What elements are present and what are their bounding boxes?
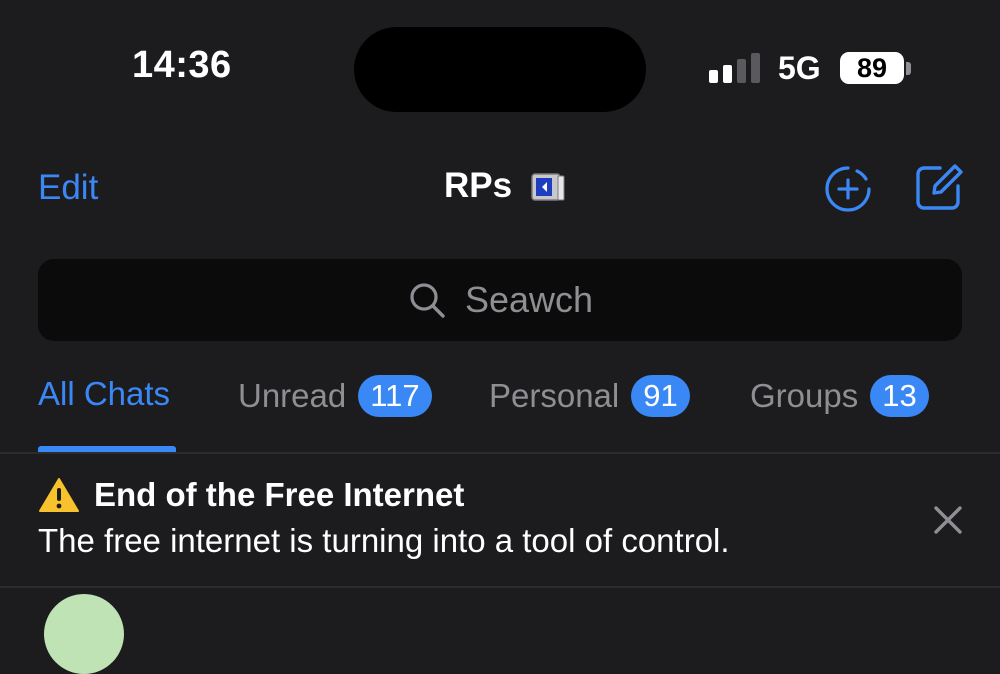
announcement-banner[interactable]: End of the Free Internet The free intern…: [0, 454, 1000, 586]
battery-level: 89: [840, 52, 904, 84]
tab-label: All Chats: [38, 375, 171, 412]
dynamic-island: [354, 27, 646, 112]
tab-personal[interactable]: Personal 91: [489, 375, 690, 417]
close-icon[interactable]: [932, 504, 964, 536]
cellular-signal-icon: [709, 53, 761, 83]
folder-emoji-icon: [531, 173, 565, 201]
edit-button[interactable]: Edit: [38, 168, 98, 208]
warning-icon: [39, 478, 79, 512]
banner-text: The free internet is turning into a tool…: [38, 522, 730, 559]
tab-label: Groups: [750, 377, 859, 414]
personal-count-badge: 91: [631, 375, 690, 417]
tab-unread[interactable]: Unread 117: [238, 375, 432, 417]
search-icon: [410, 283, 445, 318]
divider: [0, 586, 1000, 588]
page-title: RPs: [444, 166, 513, 205]
banner-title-row: End of the Free Internet: [38, 476, 464, 514]
battery-cap: [906, 62, 911, 75]
avatar[interactable]: [44, 594, 124, 674]
unread-count-badge: 117: [358, 375, 432, 417]
folder-tabs: All Chats Unread 117 Personal 91 Groups …: [0, 375, 1000, 455]
groups-count-badge: 13: [870, 375, 929, 417]
compose-icon[interactable]: [914, 160, 964, 212]
network-type: 5G: [778, 50, 821, 86]
banner-title: End of the Free Internet: [94, 476, 465, 513]
add-story-icon[interactable]: [824, 165, 872, 213]
tab-label: Unread: [238, 377, 347, 414]
tab-groups[interactable]: Groups 13: [750, 375, 929, 417]
search-field[interactable]: Seawch: [38, 259, 962, 341]
tab-label: Personal: [489, 377, 620, 414]
search-placeholder: Seawch: [464, 279, 594, 320]
tab-all-chats[interactable]: All Chats: [38, 375, 170, 413]
folder-title[interactable]: RPs: [444, 166, 568, 206]
status-time: 14:36: [132, 44, 232, 86]
